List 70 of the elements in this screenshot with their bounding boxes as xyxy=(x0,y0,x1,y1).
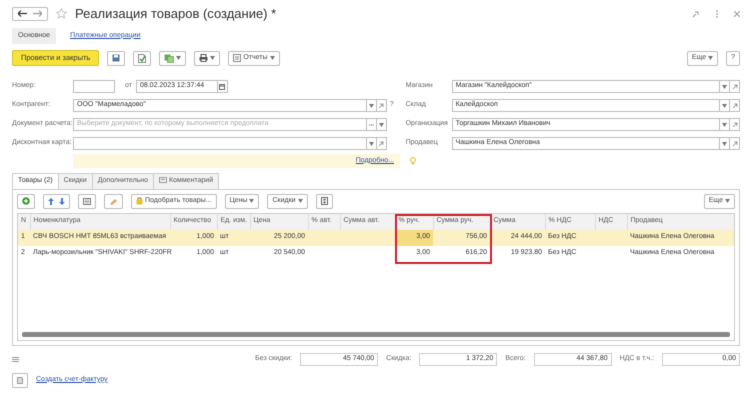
link-icon xyxy=(732,102,738,108)
link-icon[interactable] xyxy=(692,10,700,18)
history-navigation[interactable] xyxy=(12,6,48,21)
open-button[interactable] xyxy=(730,118,740,131)
link-icon xyxy=(378,102,384,108)
number-field[interactable] xyxy=(73,80,115,93)
dropdown-button[interactable] xyxy=(376,118,387,131)
dropdown-button[interactable] xyxy=(720,80,730,93)
dropdown-button[interactable] xyxy=(720,99,730,112)
caret-icon xyxy=(722,84,727,88)
caret-icon xyxy=(708,56,714,60)
caret-icon xyxy=(368,104,374,108)
back-icon[interactable] xyxy=(18,10,27,18)
expand-button[interactable] xyxy=(316,194,333,208)
move-buttons[interactable] xyxy=(43,194,70,208)
up-arrow-icon[interactable] xyxy=(48,198,54,204)
expand-icon xyxy=(320,197,328,205)
print-button[interactable] xyxy=(194,50,220,66)
open-button[interactable] xyxy=(730,99,740,112)
documents-icon xyxy=(164,54,174,62)
link-icon xyxy=(732,140,738,146)
dropdown-button[interactable] xyxy=(720,137,730,150)
caret-icon xyxy=(722,122,727,126)
document-icon xyxy=(17,376,23,384)
caret-icon xyxy=(378,122,384,126)
grid-icon xyxy=(83,198,91,204)
dropdown-button[interactable] xyxy=(366,99,377,112)
printer-icon xyxy=(199,54,208,62)
open-button[interactable] xyxy=(376,99,387,112)
caret-icon xyxy=(176,56,182,60)
down-arrow-icon[interactable] xyxy=(59,198,65,204)
caret-icon xyxy=(298,199,303,203)
create-based-button[interactable] xyxy=(159,50,186,66)
window-title: Реализация товаров (создание) * xyxy=(75,5,276,23)
select-field[interactable] xyxy=(73,137,367,150)
open-button[interactable] xyxy=(376,137,387,150)
eraser-button[interactable] xyxy=(104,194,123,208)
report-icon xyxy=(233,54,242,62)
open-button[interactable] xyxy=(730,80,740,93)
close-icon[interactable] xyxy=(734,10,740,17)
save-icon xyxy=(112,54,120,62)
post-button[interactable] xyxy=(133,50,152,66)
choose-button[interactable] xyxy=(366,118,377,131)
horizontal-scrollbar[interactable] xyxy=(22,332,730,336)
link-icon xyxy=(732,84,738,90)
save-button[interactable] xyxy=(107,50,126,66)
open-button[interactable] xyxy=(730,137,740,150)
caret-icon xyxy=(368,142,374,146)
dropdown-button[interactable] xyxy=(366,137,377,150)
link-icon xyxy=(732,122,738,128)
calendar-icon xyxy=(219,84,226,90)
lightbulb-icon xyxy=(410,157,416,165)
comment-icon xyxy=(159,177,168,184)
caret-icon xyxy=(725,199,730,203)
eraser-icon xyxy=(109,198,118,204)
bag-icon xyxy=(136,197,143,205)
link-icon xyxy=(378,140,384,146)
caret-icon xyxy=(722,104,727,108)
dropdown-button[interactable] xyxy=(720,118,730,131)
plus-icon xyxy=(22,197,30,205)
calendar-button[interactable] xyxy=(218,80,228,93)
forward-icon[interactable] xyxy=(33,10,42,18)
add-button[interactable] xyxy=(17,194,35,208)
caret-icon xyxy=(270,56,275,60)
star-icon[interactable] xyxy=(56,8,67,20)
invoice-icon-button[interactable] xyxy=(12,372,28,388)
caret-icon xyxy=(249,199,254,203)
caret-icon xyxy=(722,142,727,146)
document-icon xyxy=(138,54,146,62)
caret-icon xyxy=(210,56,216,60)
